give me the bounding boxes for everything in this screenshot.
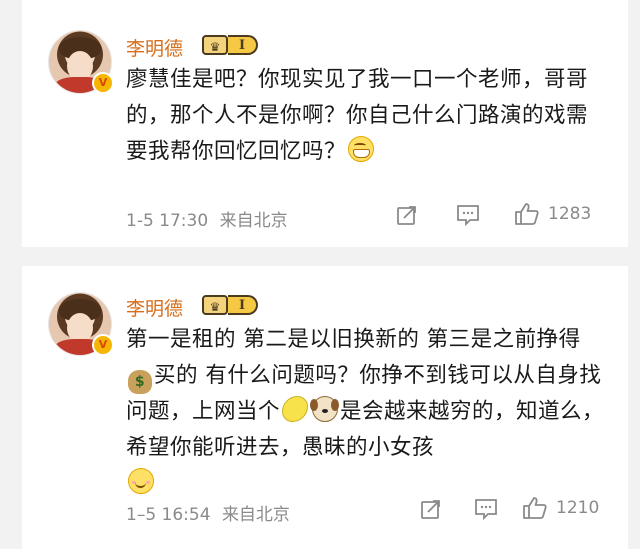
grin-emoji-icon [348, 136, 375, 162]
vip-level: I [228, 295, 258, 315]
share-button[interactable] [396, 204, 418, 226]
comment-card: V 李明德 ♛ I 廖慧佳是吧？你现实见了我一口一个老师，哥哥的，那个人不是你啊… [22, 0, 628, 247]
vip-level: I [228, 35, 258, 55]
comment-text: 廖慧佳是吧？你现实见了我一口一个老师，哥哥的，那个人不是你啊？你自己什么门路演的… [126, 62, 606, 170]
comment-icon [457, 205, 479, 226]
like-count: 1210 [556, 498, 600, 518]
comment-card: V 李明德 ♛ I 第一是租的 第二是以旧换新的 第三是之前挣得$ 买的 有什么问… [22, 266, 628, 549]
comment-icon [475, 499, 497, 520]
smile-emoji-icon [128, 468, 154, 494]
crown-icon: ♛ [202, 35, 228, 55]
comment-time: 1–5 16:54 [126, 505, 211, 525]
comment-source: 来自北京 [221, 505, 290, 525]
like-icon [515, 203, 539, 225]
verified-badge-icon: V [92, 72, 114, 94]
comment-body: 第一是租的 第二是以旧换新的 第三是之前挣得 [126, 327, 581, 352]
money-bag-emoji-icon: $ [128, 370, 152, 394]
comment-text: 第一是租的 第二是以旧换新的 第三是之前挣得$ 买的 有什么问题吗？你挣不到钱可以… [126, 322, 606, 502]
comment-button[interactable] [474, 498, 498, 520]
share-icon [421, 500, 440, 519]
comment-button[interactable] [456, 204, 480, 226]
verified-badge-icon: V [92, 334, 114, 356]
crown-icon: ♛ [202, 295, 228, 315]
dog-emoji-icon [310, 396, 339, 422]
like-icon [523, 497, 547, 519]
share-button[interactable] [420, 498, 442, 520]
like-button[interactable]: 1283 [514, 202, 591, 226]
share-icon [397, 206, 416, 225]
lemon-emoji-icon [282, 396, 309, 422]
like-button[interactable]: 1210 [522, 496, 599, 520]
comment-meta: 1-5 17:30 来自北京 [126, 206, 288, 231]
comment-meta: 1–5 16:54 来自北京 [126, 500, 290, 525]
vip-badge[interactable]: ♛ I [202, 34, 258, 56]
username[interactable]: 李明德 [126, 294, 183, 321]
comment-source: 来自北京 [219, 211, 288, 231]
username[interactable]: 李明德 [126, 34, 183, 61]
vip-badge[interactable]: ♛ I [202, 294, 258, 316]
comment-time: 1-5 17:30 [126, 211, 209, 231]
like-count: 1283 [548, 204, 592, 224]
